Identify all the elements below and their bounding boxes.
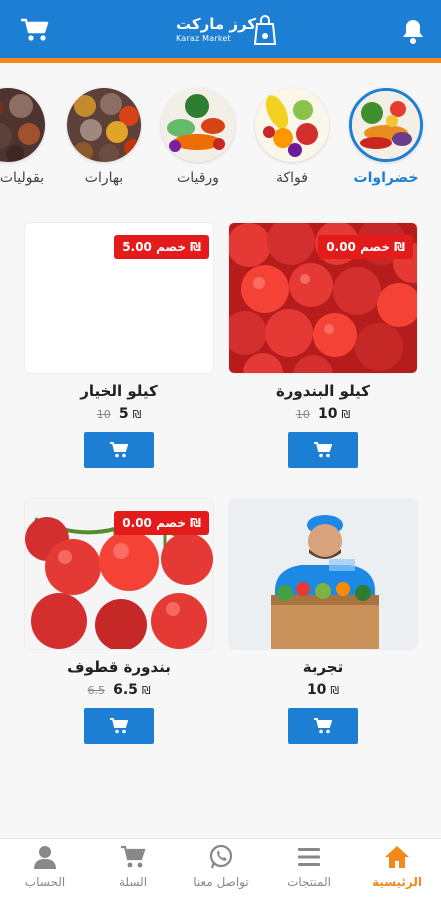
whatsapp-icon bbox=[209, 845, 233, 869]
nav-products[interactable]: المنتجات bbox=[265, 845, 353, 889]
currency: ₪ bbox=[330, 684, 340, 697]
leafy-greens-image bbox=[161, 88, 235, 162]
add-to-cart-button[interactable] bbox=[84, 432, 154, 468]
product-name: كيلو البندورة bbox=[275, 382, 371, 400]
discount-badge: خصم 5.00 ₪ bbox=[114, 235, 209, 259]
category-label: بقوليات bbox=[0, 170, 44, 186]
nav-label: الحساب bbox=[24, 875, 66, 889]
category-label: ورقيات bbox=[177, 170, 219, 186]
menu-icon bbox=[298, 848, 320, 866]
cart-icon[interactable] bbox=[20, 18, 50, 42]
cart-icon bbox=[121, 845, 146, 868]
logo-english: Karaz Market bbox=[176, 34, 231, 43]
cart-icon bbox=[110, 718, 128, 734]
nav-home[interactable]: الرئيسية bbox=[353, 845, 441, 889]
add-to-cart-button[interactable] bbox=[288, 432, 358, 468]
price-row: 6.5 6.5 ₪ bbox=[24, 682, 214, 698]
vegetables-image bbox=[349, 88, 423, 162]
product-name: تجربة bbox=[302, 658, 344, 676]
user-icon bbox=[34, 846, 56, 869]
product-name: بندورة قطوف bbox=[67, 658, 171, 676]
price: 10 bbox=[306, 682, 327, 698]
price-row: 10 10 ₪ bbox=[228, 406, 418, 422]
category-fruits[interactable]: فواكة bbox=[254, 88, 330, 186]
cart-icon bbox=[314, 442, 332, 458]
category-legumes[interactable]: بقوليات bbox=[0, 88, 46, 186]
product-card[interactable]: تجربة 10 ₪ bbox=[228, 498, 418, 744]
logo-arabic: كرز ماركت bbox=[176, 15, 257, 33]
price: 10 bbox=[318, 406, 338, 422]
legumes-image bbox=[0, 88, 45, 162]
app-header: كرز ماركت Karaz Market bbox=[0, 0, 441, 58]
category-leafy-greens[interactable]: ورقيات bbox=[160, 88, 236, 186]
price: 5 bbox=[118, 406, 129, 422]
category-label: خضراوات bbox=[353, 170, 419, 186]
category-label: بهارات bbox=[84, 170, 124, 186]
nav-contact[interactable]: تواصل معنا bbox=[177, 845, 265, 889]
cart-icon bbox=[110, 442, 128, 458]
category-label: فواكة bbox=[276, 170, 308, 186]
category-vegetables[interactable]: خضراوات bbox=[348, 88, 424, 186]
product-card[interactable]: خصم 5.00 ₪ كيلو الخيار 10 5 ₪ bbox=[24, 222, 214, 468]
shopping-bag-icon bbox=[254, 15, 276, 45]
fruits-image bbox=[255, 88, 329, 162]
add-to-cart-button[interactable] bbox=[288, 708, 358, 744]
discount-badge: خصم 0.00 ₪ bbox=[318, 235, 413, 259]
product-card[interactable]: خصم 0.00 ₪ كيلو البندورة 10 10 ₪ bbox=[228, 222, 418, 468]
old-price: 6.5 bbox=[87, 684, 105, 697]
bell-icon[interactable] bbox=[401, 18, 425, 44]
currency: ₪ bbox=[132, 408, 142, 421]
nav-label: الرئيسية bbox=[372, 875, 422, 889]
category-strip: خضراوات فواكة ورقيات بهارات بقوليات bbox=[0, 80, 441, 190]
nav-label: السلة bbox=[118, 875, 148, 889]
currency: ₪ bbox=[341, 408, 351, 421]
category-spices[interactable]: بهارات bbox=[66, 88, 142, 186]
price-row: 10 ₪ bbox=[228, 682, 418, 698]
discount-badge: خصم 0.00 ₪ bbox=[114, 511, 209, 535]
product-image-delivery-man bbox=[228, 498, 418, 650]
product-image-vine-tomatoes: خصم 0.00 ₪ bbox=[24, 498, 214, 650]
nav-account[interactable]: الحساب bbox=[1, 845, 89, 889]
old-price: 10 bbox=[96, 408, 111, 421]
nav-cart[interactable]: السلة bbox=[89, 845, 177, 889]
add-to-cart-button[interactable] bbox=[84, 708, 154, 744]
nav-label: المنتجات bbox=[287, 875, 331, 889]
home-icon bbox=[385, 846, 409, 868]
product-name: كيلو الخيار bbox=[80, 382, 158, 400]
price: 6.5 bbox=[113, 682, 138, 698]
header-accent-stripe bbox=[0, 58, 441, 63]
app-logo: كرز ماركت Karaz Market bbox=[170, 14, 280, 48]
price-row: 10 5 ₪ bbox=[24, 406, 214, 422]
product-image-cucumber: خصم 5.00 ₪ bbox=[24, 222, 214, 374]
product-card[interactable]: خصم 0.00 ₪ بندورة قطوف 6.5 6.5 ₪ bbox=[24, 498, 214, 744]
bottom-navigation: الرئيسية المنتجات تواصل معنا السلة الحسا… bbox=[0, 838, 441, 900]
nav-label: تواصل معنا bbox=[193, 875, 249, 889]
product-image-tomatoes: خصم 0.00 ₪ bbox=[228, 222, 418, 374]
cart-icon bbox=[314, 718, 332, 734]
spices-image bbox=[67, 88, 141, 162]
old-price: 10 bbox=[295, 408, 310, 421]
currency: ₪ bbox=[141, 684, 151, 697]
